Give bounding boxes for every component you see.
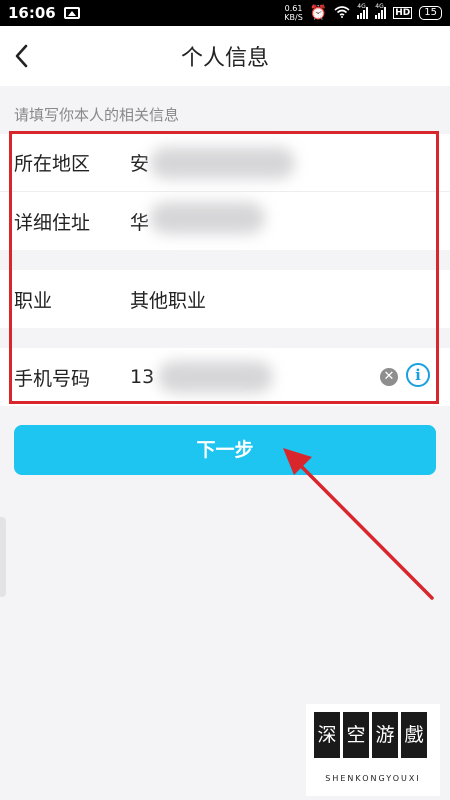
occupation-label: 职业 <box>14 289 53 312</box>
network-speed: 0.61 KB/S <box>284 4 303 22</box>
next-button[interactable]: 下一步 <box>14 425 436 475</box>
address-value: 华 <box>130 211 150 234</box>
image-icon <box>63 7 80 19</box>
region-label: 所在地区 <box>14 153 91 175</box>
hd-badge: HD <box>393 7 413 19</box>
signal-icon: 4G <box>357 3 369 19</box>
title-bar: 个人信息 <box>0 26 450 86</box>
phone-value: 13 <box>130 366 155 388</box>
clear-icon[interactable]: ✕ <box>380 368 398 386</box>
side-tab-handle[interactable] <box>0 517 6 597</box>
battery-icon: 15 <box>419 6 442 20</box>
redaction-blur <box>150 202 265 234</box>
watermark-logo: 深 空 游 戲 SHENKONGYOUXI <box>306 704 440 796</box>
address-label: 详细住址 <box>14 211 91 234</box>
signal-icon-2: 4G <box>375 3 387 19</box>
status-time: 16:06 <box>8 4 56 22</box>
logo-subtitle: SHENKONGYOUXI <box>325 774 421 783</box>
region-value: 安 <box>130 153 150 175</box>
wifi-icon <box>334 5 350 21</box>
alarm-icon: ⏰ <box>309 5 328 21</box>
logo-char: 戲 <box>401 712 427 758</box>
form-hint: 请填写你本人的相关信息 <box>14 106 180 124</box>
info-icon[interactable]: i <box>406 363 430 387</box>
occupation-field[interactable]: 职业 其他职业 <box>0 270 450 328</box>
status-bar: 16:06 0.61 KB/S ⏰ 4G 4G HD 15 <box>0 0 450 26</box>
redaction-blur <box>158 361 273 393</box>
logo-char: 深 <box>314 712 340 758</box>
page-title: 个人信息 <box>180 46 269 71</box>
phone-label: 手机号码 <box>14 367 91 390</box>
redaction-blur <box>150 147 295 179</box>
logo-char: 空 <box>343 712 369 758</box>
logo-char: 游 <box>372 712 398 758</box>
occupation-value: 其他职业 <box>130 289 207 312</box>
